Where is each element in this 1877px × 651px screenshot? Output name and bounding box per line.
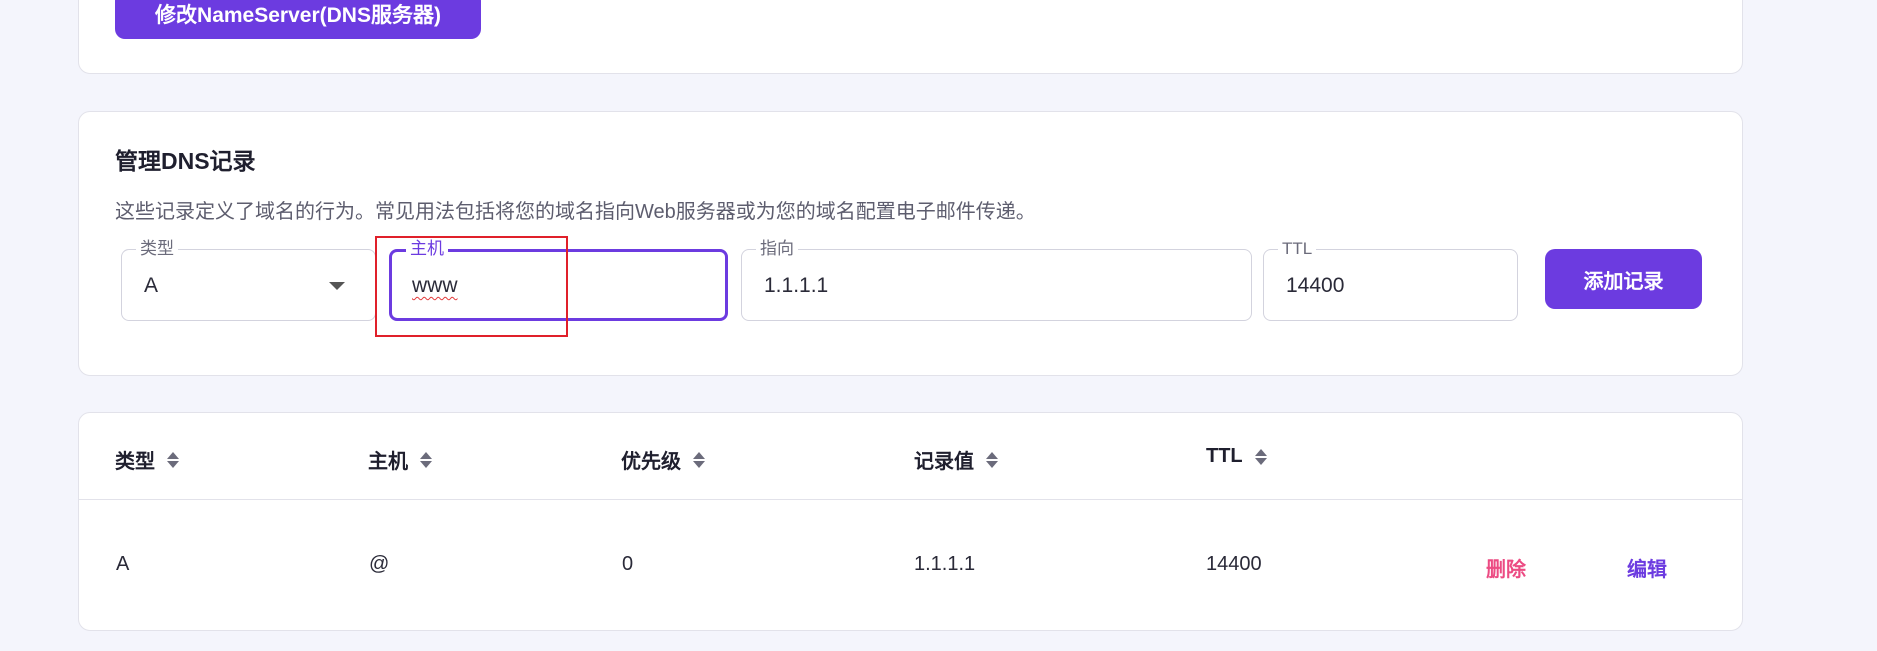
type-label: 类型 <box>136 239 178 259</box>
cell-type: A <box>116 553 130 575</box>
sort-icon <box>420 451 432 469</box>
edit-link[interactable]: 编辑 <box>1627 553 1667 582</box>
ttl-label: TTL <box>1278 239 1317 259</box>
type-select[interactable]: 类型 A <box>121 239 376 321</box>
section-title: 管理DNS记录 <box>115 148 256 174</box>
sort-icon <box>167 451 179 469</box>
dns-records-table: 类型 主机 优先级 记录值 TTL A @ 0 1.1.1.1 14400 删除… <box>78 412 1743 631</box>
modify-nameserver-button[interactable]: 修改NameServer(DNS服务器) <box>115 0 481 39</box>
section-description: 这些记录定义了域名的行为。常见用法包括将您的域名指向Web服务器或为您的域名配置… <box>115 201 1036 223</box>
cell-value: 1.1.1.1 <box>914 553 976 575</box>
host-input[interactable]: 主机 www <box>389 239 728 321</box>
sort-icon <box>693 451 705 469</box>
target-value: 1.1.1.1 <box>764 274 829 297</box>
cell-ttl: 14400 <box>1206 553 1262 575</box>
ttl-input[interactable]: TTL 14400 <box>1263 239 1518 321</box>
column-header-ttl[interactable]: TTL <box>1206 445 1267 468</box>
host-label: 主机 <box>406 239 448 259</box>
sort-icon <box>1254 448 1267 466</box>
delete-link[interactable]: 删除 <box>1486 553 1526 582</box>
column-header-priority[interactable]: 优先级 <box>621 445 705 474</box>
target-label: 指向 <box>756 239 798 259</box>
nameserver-card: 修改NameServer(DNS服务器) <box>78 0 1743 74</box>
host-value: www <box>412 274 458 297</box>
add-record-button[interactable]: 添加记录 <box>1545 249 1702 309</box>
target-input[interactable]: 指向 1.1.1.1 <box>741 239 1252 321</box>
cell-priority: 0 <box>622 553 634 575</box>
type-value: A <box>144 274 159 297</box>
ttl-value: 14400 <box>1286 274 1345 297</box>
cell-host: @ <box>369 553 390 575</box>
column-header-host[interactable]: 主机 <box>368 445 432 474</box>
sort-icon <box>986 451 998 469</box>
manage-dns-card: 管理DNS记录 这些记录定义了域名的行为。常见用法包括将您的域名指向Web服务器… <box>78 111 1743 376</box>
column-header-value[interactable]: 记录值 <box>914 445 998 474</box>
chevron-down-icon <box>329 282 345 290</box>
table-header: 类型 主机 优先级 记录值 TTL <box>79 413 1742 500</box>
column-header-type[interactable]: 类型 <box>115 445 179 474</box>
